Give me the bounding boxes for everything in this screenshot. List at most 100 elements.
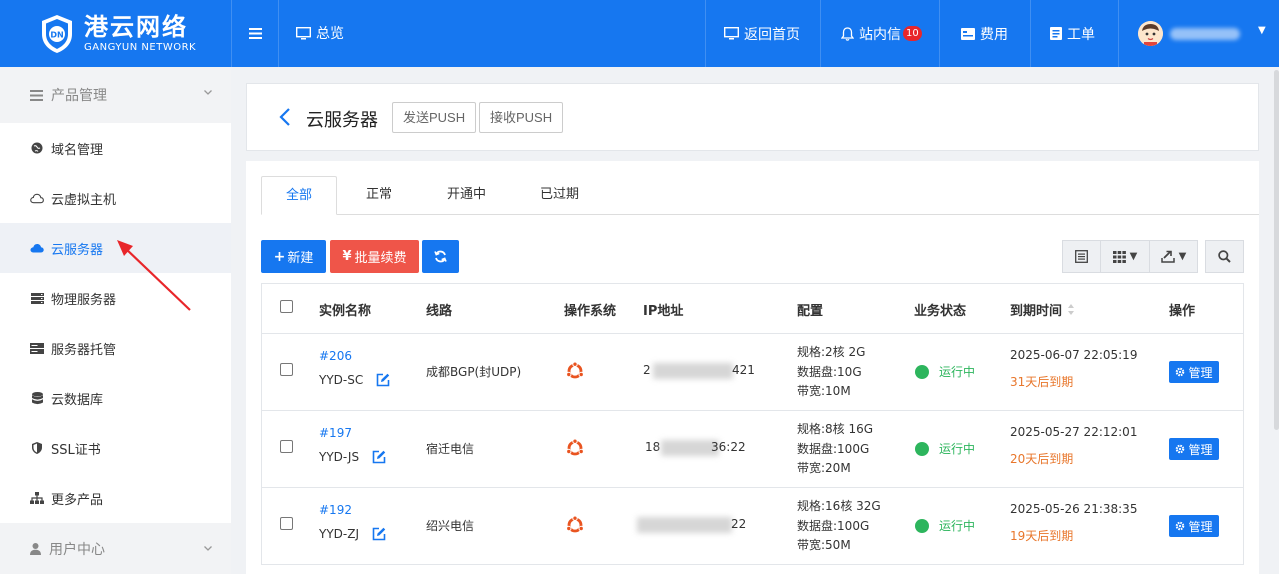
- edit-icon[interactable]: [372, 450, 386, 464]
- billing-link[interactable]: 费用: [961, 0, 1008, 67]
- instance-id-link[interactable]: #206: [319, 349, 352, 363]
- line-name: 绍兴电信: [426, 519, 475, 533]
- sidebar-group-products[interactable]: 产品管理: [0, 67, 231, 123]
- status-badge: 运行中: [915, 363, 975, 380]
- divider: [705, 0, 706, 67]
- home-link[interactable]: 返回首页: [724, 0, 800, 67]
- ip-address-head: 18: [645, 440, 661, 454]
- ip-address-tail: 22: [731, 517, 747, 531]
- table-row: #206 YYD-SC 成都BGP(封UDP) 2 421 规格:2核 2G 数…: [262, 334, 1243, 411]
- back-arrow-icon[interactable]: [279, 107, 291, 127]
- manage-button[interactable]: 管理: [1169, 515, 1219, 537]
- top-bar: DN 港云网络 GANGYUN NETWORK 总览 返回首页 站内信 10 费…: [0, 0, 1279, 67]
- table-row: #192 YYD-ZJ 绍兴电信 22 规格:16核 32G 数据盘:100G …: [262, 488, 1243, 565]
- line-name: 成都BGP(封UDP): [426, 365, 522, 379]
- ip-address-tail: 421: [732, 363, 755, 377]
- table-header: 实例名称 线路 操作系统 IP地址 配置 业务状态 到期时间 操作: [262, 284, 1243, 334]
- svg-text:DN: DN: [50, 30, 63, 39]
- caret-down-icon[interactable]: ▼: [1258, 25, 1266, 36]
- search-button[interactable]: [1205, 240, 1244, 273]
- edit-icon[interactable]: [372, 527, 386, 541]
- monitor-icon: [724, 27, 739, 40]
- manage-button[interactable]: 管理: [1169, 438, 1219, 460]
- refresh-icon: [434, 250, 447, 263]
- server-list-panel: 全部 正常 开通中 已过期 + 新建 ¥ 批量续费 ▼ ▼ 实例名称 线路 操作…: [246, 161, 1259, 574]
- tab-all[interactable]: 全部: [261, 176, 337, 215]
- bell-icon: [841, 26, 854, 41]
- row-checkbox[interactable]: [280, 517, 293, 530]
- menu-toggle-button[interactable]: [246, 22, 264, 44]
- receive-push-button[interactable]: 接收PUSH: [479, 102, 564, 133]
- monitor-icon: [296, 26, 311, 39]
- sidebar-item-domains[interactable]: 域名管理: [0, 123, 231, 173]
- manage-button[interactable]: 管理: [1169, 361, 1219, 383]
- sidebar-item-colocation[interactable]: 服务器托管: [0, 323, 231, 373]
- divider: [939, 0, 940, 67]
- edit-icon[interactable]: [376, 373, 390, 387]
- caret-down-icon: ▼: [1129, 251, 1138, 262]
- expire-countdown: 20天后到期: [1010, 452, 1074, 466]
- status-dot-icon: [915, 441, 929, 456]
- export-icon: [1160, 250, 1175, 263]
- brand-name-cn: 港云网络: [84, 13, 188, 41]
- sidebar-item-database[interactable]: 云数据库: [0, 373, 231, 423]
- col-os: 操作系统: [564, 304, 617, 319]
- list-view-button[interactable]: [1062, 240, 1101, 273]
- page-header: 云服务器 发送PUSH 接收PUSH: [246, 83, 1259, 151]
- sidebar-item-ssl[interactable]: SSL证书: [0, 423, 231, 473]
- search-icon: [1218, 250, 1231, 263]
- messages-link[interactable]: 站内信 10: [841, 0, 922, 67]
- brand-name-en: GANGYUN NETWORK: [84, 42, 197, 53]
- user-icon: [30, 543, 41, 555]
- divider: [1118, 0, 1119, 67]
- expire-countdown: 19天后到期: [1010, 529, 1074, 543]
- col-expire[interactable]: 到期时间: [1010, 300, 1075, 319]
- ubuntu-icon: [566, 362, 584, 379]
- brand-logo[interactable]: DN 港云网络 GANGYUN NETWORK: [0, 0, 231, 67]
- tab-provisioning[interactable]: 开通中: [434, 176, 499, 215]
- batch-renew-button[interactable]: ¥ 批量续费: [330, 240, 419, 273]
- shield-logo-icon: DN: [42, 14, 72, 53]
- caret-down-icon: ▼: [1178, 251, 1187, 262]
- sidebar-item-more-products[interactable]: 更多产品: [0, 473, 231, 523]
- select-all-checkbox[interactable]: [280, 300, 293, 313]
- columns-toggle-button[interactable]: ▼: [1100, 240, 1150, 273]
- sidebar-item-cloud-server[interactable]: 云服务器: [0, 223, 231, 273]
- sidebar-group-user-center[interactable]: 用户中心: [0, 523, 231, 574]
- new-button[interactable]: + 新建: [261, 240, 326, 273]
- expire-time: 2025-05-27 22:12:01: [1010, 425, 1138, 439]
- overview-link[interactable]: 总览: [296, 22, 344, 44]
- refresh-button[interactable]: [422, 240, 459, 273]
- instance-id-link[interactable]: #197: [319, 426, 352, 440]
- database-icon: [30, 391, 44, 405]
- sidebar-item-virtual-host[interactable]: 云虚拟主机: [0, 173, 231, 223]
- username-masked: [1170, 28, 1240, 40]
- instance-name: YYD-JS: [319, 450, 386, 464]
- status-tabs: 全部 正常 开通中 已过期: [261, 176, 1259, 215]
- tab-normal[interactable]: 正常: [349, 176, 409, 215]
- gear-icon: [1176, 521, 1185, 531]
- status-dot-icon: [915, 518, 929, 533]
- col-status: 业务状态: [914, 304, 967, 319]
- line-name: 宿迁电信: [426, 442, 475, 456]
- cloud-outline-icon: [30, 193, 44, 204]
- page-scrollbar[interactable]: [1274, 70, 1279, 430]
- config-spec: 规格:8核 16G 数据盘:100G 带宽:20M: [797, 422, 874, 475]
- row-checkbox[interactable]: [280, 440, 293, 453]
- page-title: 云服务器: [306, 110, 378, 131]
- plus-icon: +: [273, 248, 286, 265]
- shield-icon: [30, 442, 44, 454]
- divider: [231, 0, 232, 67]
- status-badge: 运行中: [915, 440, 975, 457]
- row-checkbox[interactable]: [280, 363, 293, 376]
- sitemap-icon: [30, 492, 44, 504]
- send-push-button[interactable]: 发送PUSH: [392, 102, 477, 133]
- ticket-link[interactable]: 工单: [1050, 0, 1095, 67]
- instance-id-link[interactable]: #192: [319, 503, 352, 517]
- sidebar-item-physical-server[interactable]: 物理服务器: [0, 273, 231, 323]
- instance-name: YYD-ZJ: [319, 527, 386, 541]
- tab-expired[interactable]: 已过期: [527, 176, 592, 215]
- expire-time: 2025-06-07 22:05:19: [1010, 348, 1138, 362]
- export-button[interactable]: ▼: [1149, 240, 1198, 273]
- user-avatar[interactable]: [1138, 21, 1163, 46]
